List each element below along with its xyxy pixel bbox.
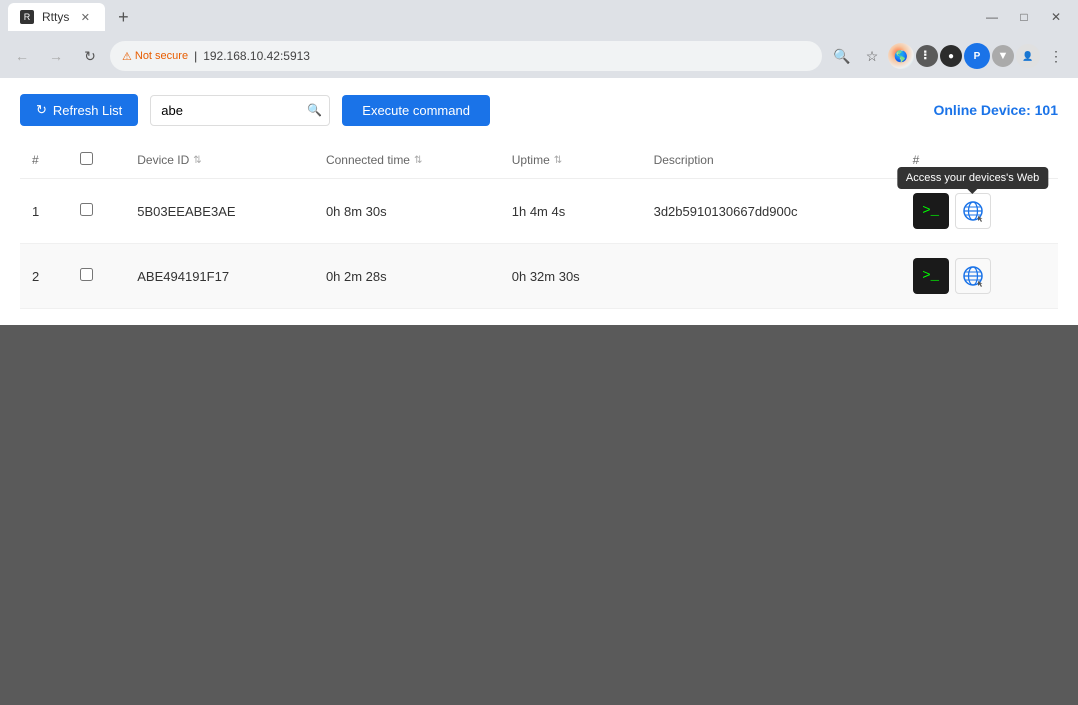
reload-button[interactable]: ↻ — [76, 42, 104, 70]
col-description-label: Description — [654, 153, 714, 167]
browser-chrome: R Rttys ✕ + — □ ✕ ← → ↻ ⚠ Not secure | 1… — [0, 0, 1078, 78]
maximize-button[interactable]: □ — [1010, 3, 1038, 31]
refresh-list-button[interactable]: ↻ Refresh List — [20, 94, 138, 126]
browser-ext-4[interactable]: P — [964, 43, 990, 69]
row-num-2: 2 — [20, 244, 68, 309]
web-icon-2 — [962, 265, 984, 287]
security-warning: ⚠ Not secure — [122, 50, 188, 63]
tab-favicon: R — [20, 10, 34, 24]
search-input[interactable] — [150, 95, 330, 126]
search-lens-button[interactable]: 🔍 — [828, 42, 856, 70]
table-row: 1 5B03EEABE3AE 0h 8m 30s 1h 4m 4s 3d2b59… — [20, 179, 1058, 244]
web-icon-1 — [962, 200, 984, 222]
sort-uptime-icon: ⇅ — [554, 155, 562, 166]
online-device-count: Online Device: 101 — [933, 102, 1058, 118]
col-uptime-label: Uptime — [512, 153, 550, 167]
description-cell-2 — [642, 244, 901, 309]
table-header: # Device ID ⇅ Connected time ⇅ — [20, 142, 1058, 179]
browser-ext-2[interactable]: ⠇ — [916, 45, 938, 67]
terminal-button-1[interactable]: >_ — [913, 193, 949, 229]
action-buttons-2: >_ — [913, 258, 1046, 294]
col-header-uptime[interactable]: Uptime ⇅ — [500, 142, 642, 179]
browser-toolbar-icons: 🔍 ☆ 🌎 ⠇ ● P ▼ 👤 ⋮ — [828, 42, 1070, 70]
uptime-cell-2: 0h 32m 30s — [500, 244, 642, 309]
browser-profile[interactable]: 👤 — [1016, 44, 1040, 68]
browser-tab[interactable]: R Rttys ✕ — [8, 3, 105, 31]
browser-ext-5[interactable]: ▼ — [992, 45, 1014, 67]
row-checkbox-2[interactable] — [80, 268, 93, 281]
device-table: # Device ID ⇅ Connected time ⇅ — [20, 142, 1058, 309]
row-checkbox-cell-2 — [68, 244, 125, 309]
sort-connected-time-icon: ⇅ — [414, 155, 422, 166]
app-toolbar: ↻ Refresh List 🔍 Execute command Online … — [20, 94, 1058, 126]
app-content: ↻ Refresh List 🔍 Execute command Online … — [0, 78, 1078, 325]
new-tab-button[interactable]: + — [109, 3, 137, 31]
actions-cell-2: >_ — [901, 244, 1058, 309]
tab-title: Rttys — [42, 10, 69, 24]
select-all-checkbox[interactable] — [80, 152, 93, 165]
col-header-device-id[interactable]: Device ID ⇅ — [125, 142, 314, 179]
minimize-button[interactable]: — — [978, 3, 1006, 31]
col-header-description: Description — [642, 142, 901, 179]
title-bar: R Rttys ✕ + — □ ✕ — [0, 0, 1078, 34]
col-header-checkbox — [68, 142, 125, 179]
web-access-button-2[interactable] — [955, 258, 991, 294]
col-header-num: # — [20, 142, 68, 179]
terminal-button-2[interactable]: >_ — [913, 258, 949, 294]
menu-button[interactable]: ⋮ — [1042, 42, 1070, 70]
uptime-cell-1: 1h 4m 4s — [500, 179, 642, 244]
close-button[interactable]: ✕ — [1042, 3, 1070, 31]
description-cell-1: 3d2b5910130667dd900c — [642, 179, 901, 244]
browser-ext-3[interactable]: ● — [940, 45, 962, 67]
col-device-id-label: Device ID — [137, 153, 189, 167]
actions-cell-1: >_ — [901, 179, 1058, 244]
nav-bar: ← → ↻ ⚠ Not secure | 192.168.10.42:5913 … — [0, 34, 1078, 78]
sort-device-id-icon: ⇅ — [193, 155, 201, 166]
back-button[interactable]: ← — [8, 42, 36, 70]
device-id-cell-2: ABE494191F17 — [125, 244, 314, 309]
bookmark-button[interactable]: ☆ — [858, 42, 886, 70]
web-access-button-1[interactable] — [955, 193, 991, 229]
col-header-connected-time[interactable]: Connected time ⇅ — [314, 142, 500, 179]
device-id-cell-1: 5B03EEABE3AE — [125, 179, 314, 244]
forward-button[interactable]: → — [42, 42, 70, 70]
address-url: 192.168.10.42:5913 — [203, 49, 310, 63]
warning-icon: ⚠ — [122, 50, 132, 63]
search-icon: 🔍 — [307, 103, 322, 117]
web-button-wrapper-1: Access your devices's Web — [955, 193, 991, 229]
col-num-label: # — [32, 153, 39, 167]
connected-time-cell-1: 0h 8m 30s — [314, 179, 500, 244]
row-checkbox-1[interactable] — [80, 203, 93, 216]
table-body: 1 5B03EEABE3AE 0h 8m 30s 1h 4m 4s 3d2b59… — [20, 179, 1058, 309]
refresh-icon: ↻ — [36, 102, 47, 118]
terminal-icon-2: >_ — [922, 268, 939, 284]
search-wrapper: 🔍 — [150, 95, 330, 126]
window-controls: — □ ✕ — [978, 3, 1070, 31]
terminal-icon-1: >_ — [922, 203, 939, 219]
col-connected-time-label: Connected time — [326, 153, 410, 167]
connected-time-cell-2: 0h 2m 28s — [314, 244, 500, 309]
title-bar-left: R Rttys ✕ + — [8, 3, 137, 31]
browser-ext-1[interactable]: 🌎 — [888, 43, 914, 69]
execute-command-button[interactable]: Execute command — [342, 95, 490, 126]
row-num-1: 1 — [20, 179, 68, 244]
row-checkbox-cell-1 — [68, 179, 125, 244]
web-button-wrapper-2 — [955, 258, 991, 294]
background-area — [0, 325, 1078, 705]
action-buttons-1: >_ — [913, 193, 1046, 229]
address-separator: | — [194, 49, 197, 63]
tab-close-button[interactable]: ✕ — [77, 9, 93, 25]
table-row: 2 ABE494191F17 0h 2m 28s 0h 32m 30s — [20, 244, 1058, 309]
col-actions-label: # — [913, 153, 920, 167]
address-bar[interactable]: ⚠ Not secure | 192.168.10.42:5913 — [110, 41, 822, 71]
col-header-actions: # — [901, 142, 1058, 179]
